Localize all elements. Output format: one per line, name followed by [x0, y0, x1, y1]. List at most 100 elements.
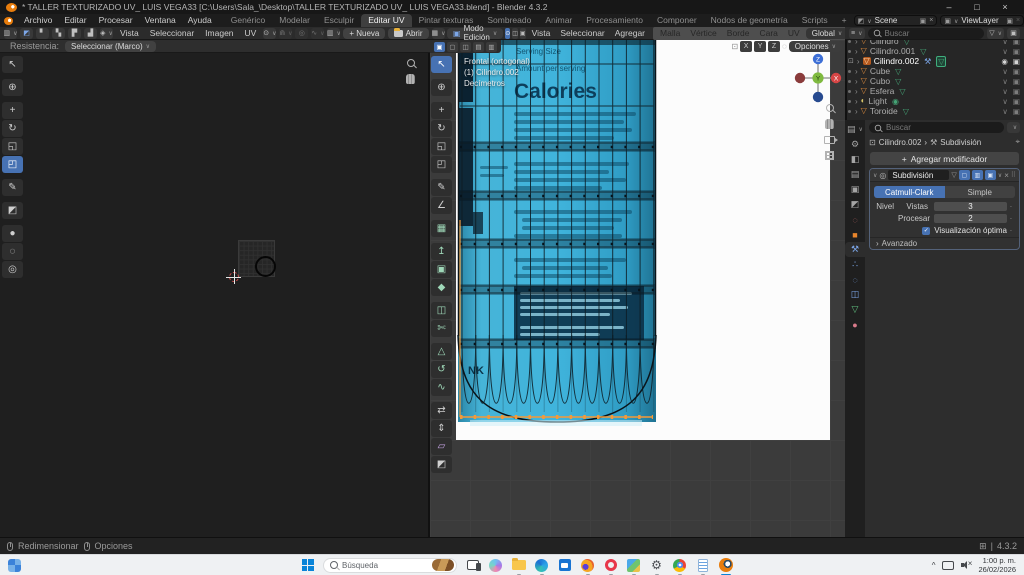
tab-view-layer[interactable]: ▣ [845, 182, 865, 197]
optimal-display-checkbox[interactable]: ✓ [922, 226, 931, 235]
hide-render-icon[interactable]: ▣ [1013, 40, 1020, 46]
tab-object[interactable]: ■ [845, 227, 865, 242]
uv-editor-type-icon[interactable]: ▥ [3, 27, 17, 39]
copilot-button[interactable] [488, 558, 503, 573]
tool-poly-build[interactable]: △ [431, 343, 452, 360]
uv-proportional-icon[interactable]: ◎ [295, 27, 309, 39]
viewlayer-browse-icon[interactable]: ▣ [944, 17, 958, 25]
tab-modifiers[interactable]: ⚒ [845, 242, 865, 257]
blender-taskbar-button[interactable] [718, 558, 733, 575]
uv-pivot-icon[interactable]: ⊙ [263, 27, 277, 39]
uv-2d-cursor[interactable] [226, 269, 241, 284]
hide-viewport-icon[interactable]: ◉ [1001, 57, 1008, 66]
zoom-icon[interactable] [825, 104, 834, 112]
tool-knife[interactable]: ✄ [431, 320, 452, 337]
zoom-icon[interactable] [406, 59, 415, 67]
tool-bevel[interactable]: ◆ [431, 279, 452, 296]
remove-modifier-icon[interactable]: × [1004, 171, 1009, 180]
mirror-x-button[interactable]: X [740, 41, 753, 52]
scene-selector[interactable]: ◩ Scene ▣ × [853, 15, 938, 26]
select-mode-vertex[interactable]: ⊙ [505, 27, 511, 39]
vp-menu-seleccionar[interactable]: Seleccionar [556, 28, 608, 38]
mini-icon-0[interactable]: ▣ [434, 41, 445, 52]
uv-tool-rotate[interactable]: ↻ [2, 120, 23, 137]
uv-select-island-icon[interactable]: ▟ [84, 27, 97, 39]
uv-tool-tweak[interactable]: ↖ [2, 56, 23, 73]
mini-icon-4[interactable]: ▥ [486, 41, 497, 52]
keyframe-dot[interactable]: · [1007, 214, 1015, 223]
start-button[interactable] [300, 558, 315, 573]
viewlayer-copy-icon[interactable]: ▣ [1006, 17, 1013, 25]
tab-modelar[interactable]: Modelar [272, 14, 317, 27]
tab-generico[interactable]: Genérico [224, 14, 273, 27]
mini-icon-3[interactable]: ▤ [473, 41, 484, 52]
tab-render[interactable]: ◧ [845, 152, 865, 167]
catmull-clark-button[interactable]: Catmull-Clark [874, 186, 945, 198]
network-icon[interactable] [942, 560, 955, 570]
tool-loop-cut[interactable]: ◫ [431, 302, 452, 319]
hide-viewport-icon[interactable]: ∨ [1002, 107, 1008, 116]
keyframe-dot[interactable]: · [1007, 226, 1015, 235]
select-mode-edge[interactable]: ◫ [512, 27, 518, 39]
outliner-row-cilindro002[interactable]: ⊡ › ▽ Cilindro.002 ⚒ ▽ ◉ ▣ [845, 55, 1024, 67]
tool-measure[interactable]: ∠ [431, 197, 452, 214]
uv-sync-icon[interactable]: ◩ [20, 27, 33, 39]
search-highlight-image[interactable] [432, 559, 454, 571]
settings-button[interactable]: ⚙ [649, 558, 664, 575]
hide-viewport-icon[interactable]: ∨ [1002, 77, 1008, 86]
minimize-button[interactable]: – [936, 0, 962, 14]
vp-menu-agregar[interactable]: Agregar [611, 28, 649, 38]
tool-transform[interactable]: ◰ [431, 156, 452, 173]
breadcrumb-modifier[interactable]: Subdivisión [940, 138, 981, 147]
vp-menu-uv[interactable]: UV [784, 28, 804, 38]
vp-menu-borde[interactable]: Borde [723, 28, 754, 38]
uv-tool-cursor[interactable]: ⊕ [2, 79, 23, 96]
display-render-toggle[interactable]: ▣ [984, 170, 996, 180]
hide-viewport-icon[interactable]: ∨ [1002, 47, 1008, 56]
store-button[interactable] [557, 558, 572, 573]
tool-cursor[interactable]: ⊕ [431, 79, 452, 96]
tab-particles[interactable]: ∴ [845, 257, 865, 272]
hide-render-icon[interactable]: ▣ [1013, 57, 1020, 66]
tab-esculpir[interactable]: Esculpir [317, 14, 361, 27]
optimal-display-label[interactable]: Visualización óptima [934, 226, 1007, 235]
tab-data[interactable]: ▽ [845, 302, 865, 317]
uv-tool-scale[interactable]: ◱ [2, 138, 23, 155]
tab-procesamiento[interactable]: Procesamiento [579, 14, 650, 27]
uv-menu-seleccionar[interactable]: Seleccionar [146, 28, 198, 38]
menu-ventana[interactable]: Ventana [139, 14, 182, 27]
volume-muted-icon[interactable] [961, 559, 972, 570]
tab-constraints[interactable]: ◫ [845, 287, 865, 302]
extensions-icon[interactable]: ⊞ [979, 541, 987, 552]
modifier-wrench-icon[interactable]: ⚒ [924, 57, 931, 66]
uv-tool-move[interactable]: + [2, 102, 23, 119]
hide-render-icon[interactable]: ▣ [1013, 67, 1020, 76]
uv-editor-canvas[interactable]: ↖ ⊕ + ↻ ◱ ◰ ✎ ◩ ● ◌ ◎ [0, 53, 430, 537]
menu-procesar[interactable]: Procesar [93, 14, 139, 27]
bottle-mesh[interactable]: Serving Size Amount per serving Calories… [456, 40, 658, 437]
outliner-filter-icon[interactable]: ▽ [987, 27, 1004, 39]
outliner-row-toroide[interactable]: › ▽ Toroide ▽ ∨ ▣ [845, 106, 1024, 116]
uv-image-browse-icon[interactable]: ▥ [327, 27, 341, 39]
display-viewport-toggle[interactable]: ▥ [971, 170, 983, 180]
tab-physics[interactable]: ◌ [845, 272, 865, 287]
scene-browse-icon[interactable]: ◩ [858, 17, 872, 25]
advanced-section[interactable]: › Avanzado [870, 237, 1019, 249]
pan-icon[interactable] [406, 74, 415, 84]
tab-output[interactable]: ▤ [845, 167, 865, 182]
uv-tool-transform[interactable]: ◰ [2, 156, 23, 173]
blender-menu-icon[interactable] [4, 16, 13, 25]
tab-world[interactable]: ◌ [845, 212, 865, 227]
mini-icon-2[interactable]: ◫ [460, 41, 471, 52]
opera-button[interactable] [603, 558, 618, 575]
hide-viewport-icon[interactable]: ∨ [1002, 40, 1008, 46]
tool-shear[interactable]: ▱ [431, 438, 452, 455]
display-editmode-toggle[interactable]: ▢ [958, 170, 970, 180]
hide-render-icon[interactable]: ▣ [1013, 87, 1020, 96]
keyframe-dot[interactable]: · [1007, 202, 1015, 211]
viewport-canvas[interactable]: Serving Size Amount per serving Calories… [430, 40, 845, 537]
uv-tool-annotate[interactable]: ✎ [2, 179, 23, 196]
close-button[interactable]: × [992, 0, 1018, 14]
notepad-button[interactable] [695, 558, 710, 575]
tool-extrude[interactable]: ↥ [431, 243, 452, 260]
